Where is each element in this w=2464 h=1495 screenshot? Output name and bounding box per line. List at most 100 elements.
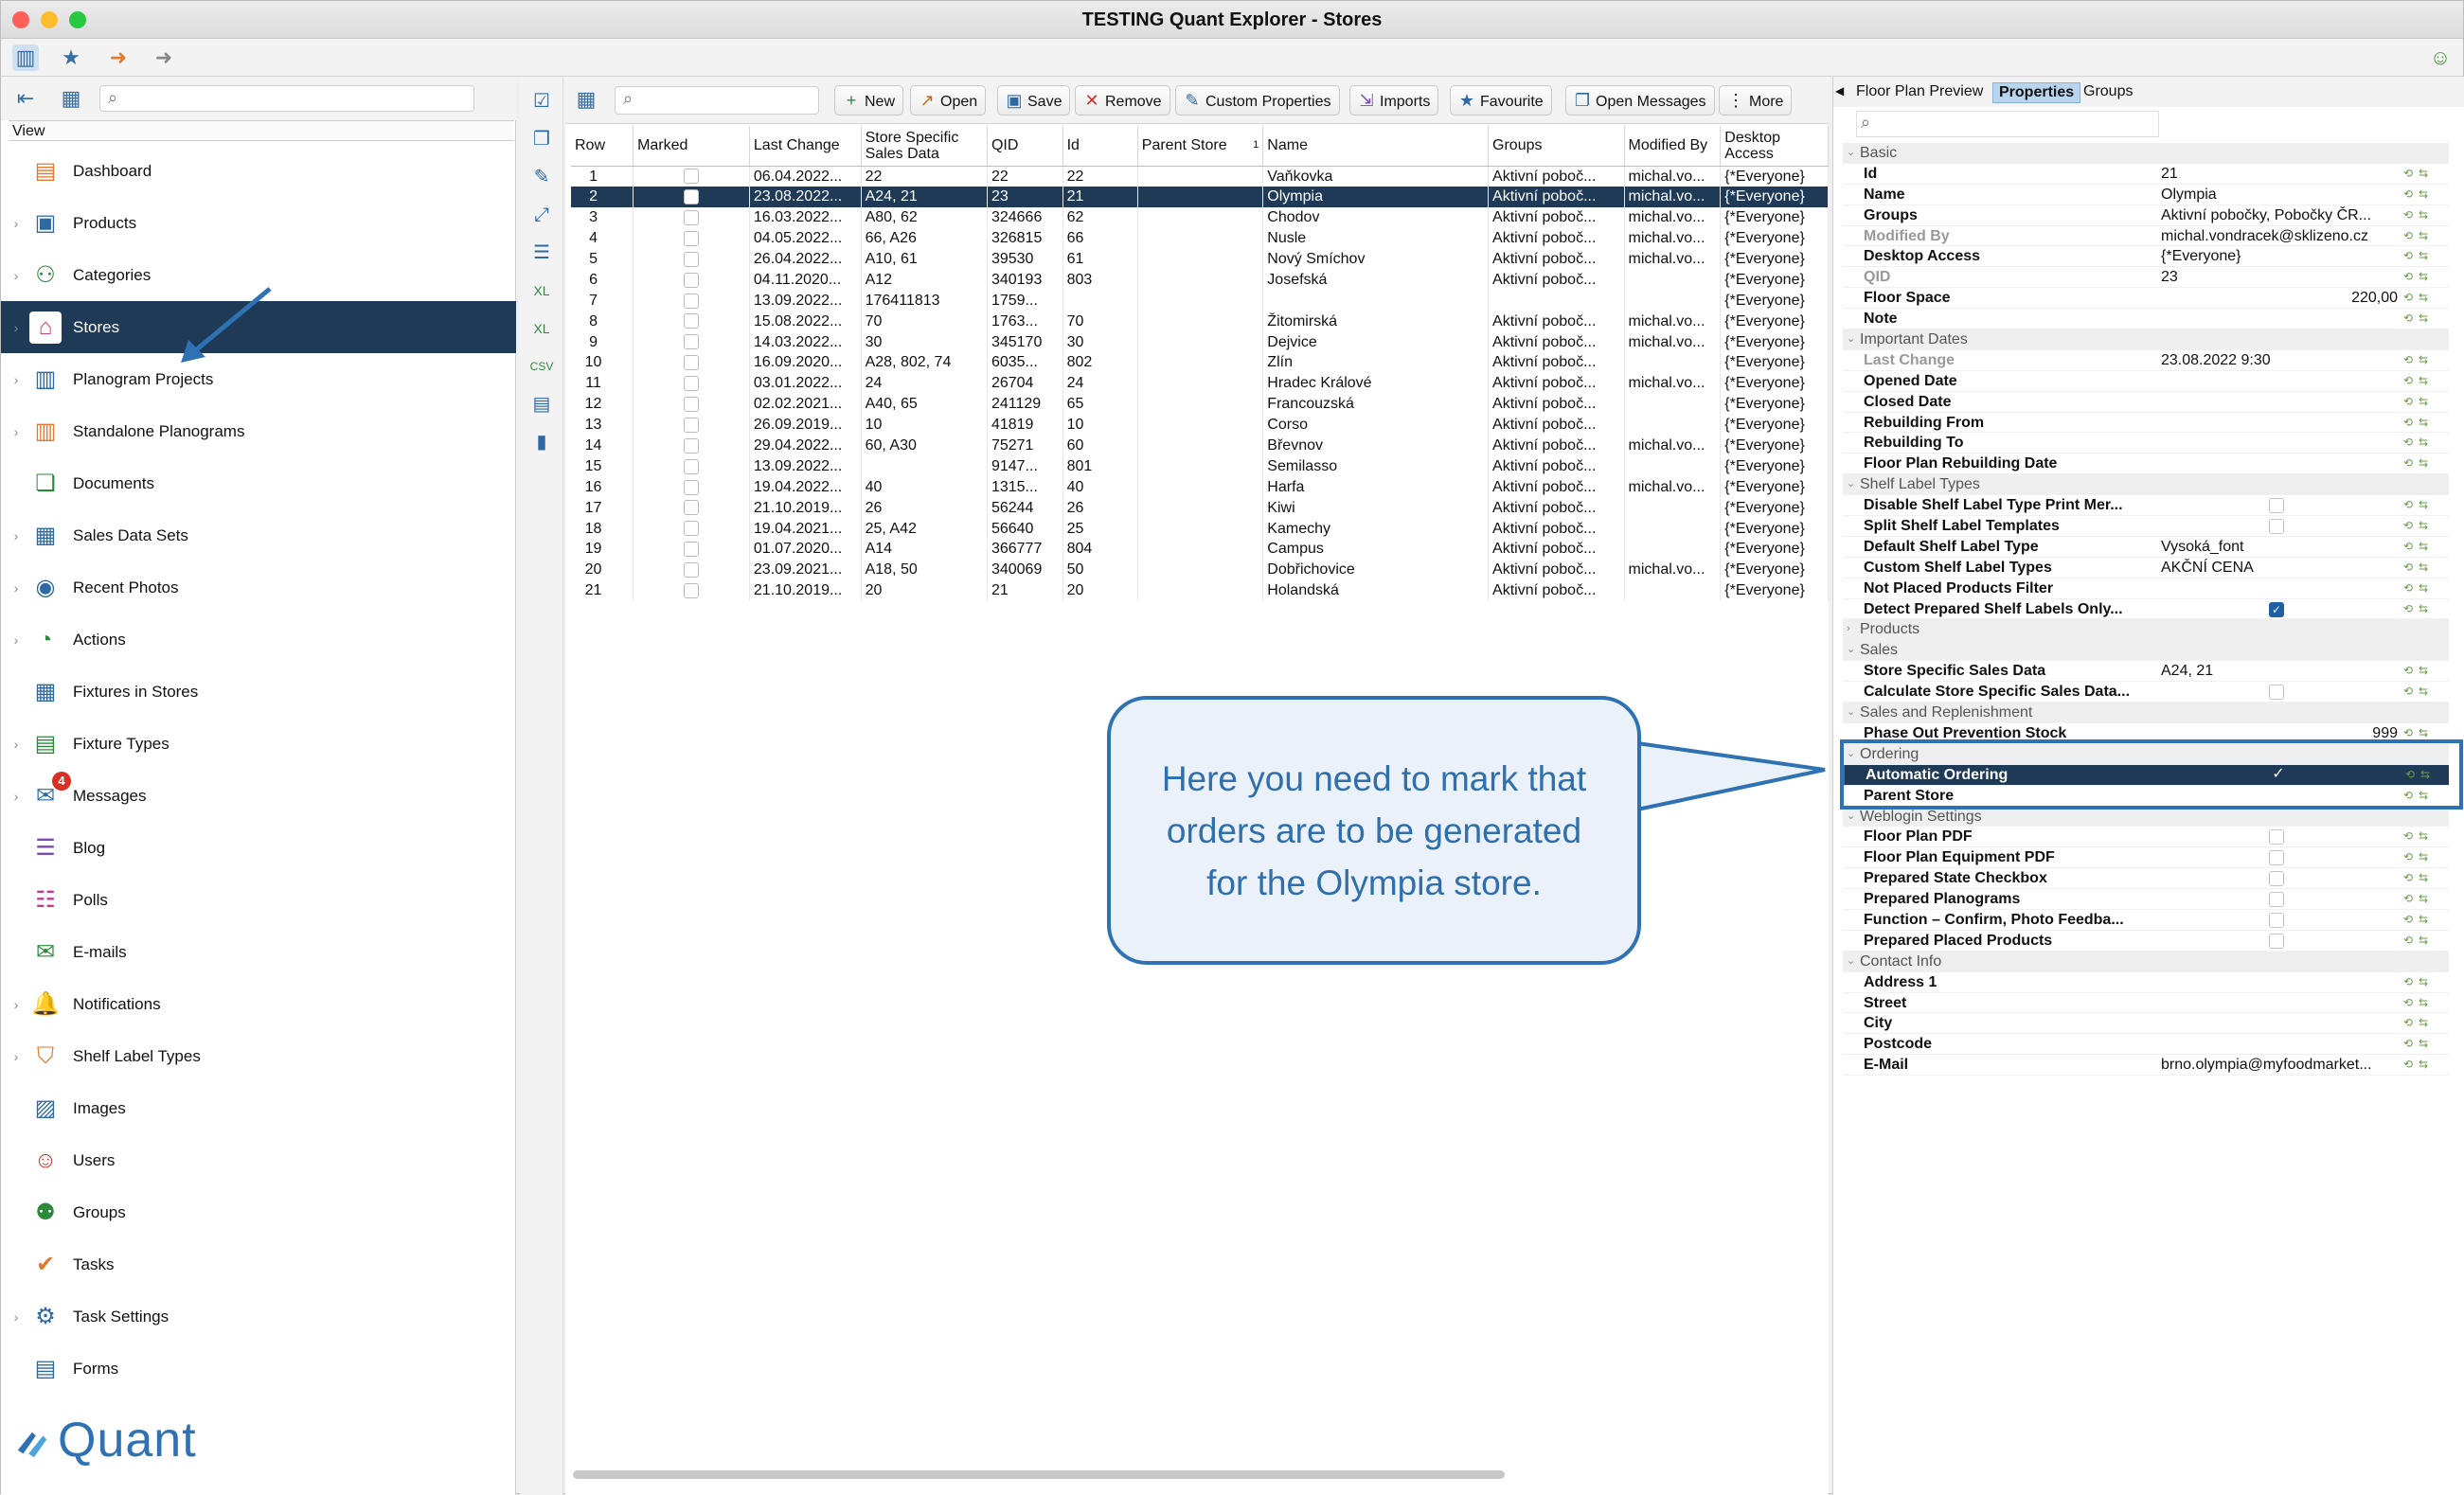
- collapse-panel-icon[interactable]: ◀: [1835, 84, 1844, 98]
- tab-groups[interactable]: Groups: [2078, 82, 2138, 101]
- property-checkbox[interactable]: [2269, 519, 2284, 535]
- property-row[interactable]: Last Change 23.08.2022 9:30 ⟲⇆: [1843, 350, 2449, 371]
- chevron-right-icon[interactable]: ›: [9, 580, 24, 596]
- sidebar-item-recent-photos[interactable]: › ◉ Recent Photos: [1, 561, 516, 614]
- column-header[interactable]: Marked: [633, 126, 750, 167]
- marked-checkbox[interactable]: [683, 583, 699, 599]
- table-row[interactable]: 12 02.02.2021... A40, 65 241129 65 Francouzsk…: [571, 393, 1829, 415]
- table-row[interactable]: 21 21.10.2019... 20 21 20 Holandská Aktivní po…: [571, 579, 1829, 601]
- chevron-right-icon[interactable]: ›: [1847, 619, 1850, 639]
- column-header[interactable]: Name: [1262, 126, 1490, 167]
- chevron-right-icon[interactable]: ›: [9, 268, 24, 283]
- imports-button[interactable]: ⇲ Imports: [1349, 85, 1439, 116]
- property-row[interactable]: Calculate Store Specific Sales Data... ⟲⇆: [1843, 682, 2449, 703]
- property-checkbox[interactable]: [2269, 912, 2284, 928]
- property-reset-icon[interactable]: ⟲⇆: [2403, 350, 2445, 370]
- star-icon[interactable]: ★: [58, 44, 84, 71]
- property-reset-icon[interactable]: ⟲⇆: [2403, 599, 2445, 619]
- table-search-input[interactable]: ⌕: [615, 86, 819, 115]
- column-header[interactable]: QID: [987, 126, 1063, 167]
- property-row[interactable]: Desktop Access {*Everyone} ⟲⇆: [1843, 246, 2449, 268]
- new-button[interactable]: + New: [834, 85, 904, 116]
- marked-checkbox[interactable]: [683, 542, 699, 558]
- property-value[interactable]: Aktivní pobočky, Pobočky ČR...: [2157, 205, 2398, 225]
- property-reset-icon[interactable]: ⟲⇆: [2403, 1013, 2445, 1033]
- table-row[interactable]: 17 21.10.2019... 26 56244 26 Kiwi Aktivní pobo…: [571, 497, 1829, 519]
- property-value[interactable]: brno.olympia@myfoodmarket...: [2157, 1055, 2398, 1075]
- property-value[interactable]: Vysoká_font: [2157, 537, 2398, 557]
- zoom-window-button[interactable]: [69, 11, 86, 28]
- property-reset-icon[interactable]: ⟲⇆: [2403, 413, 2445, 433]
- property-checkbox[interactable]: [2269, 685, 2284, 701]
- table-row[interactable]: 15 13.09.2022... 9147... 801 Semilasso Aktivn…: [571, 455, 1829, 477]
- property-reset-icon[interactable]: ⟲⇆: [2403, 910, 2445, 930]
- property-reset-icon[interactable]: ⟲⇆: [2403, 537, 2445, 557]
- chevron-right-icon[interactable]: ›: [9, 997, 24, 1012]
- open-messages-button[interactable]: ❐ Open Messages: [1565, 85, 1715, 116]
- property-group[interactable]: ⌄ Sales and Replenishment: [1843, 703, 2449, 723]
- property-reset-icon[interactable]: ⟲⇆: [2403, 1034, 2445, 1054]
- property-value[interactable]: michal.vondracek@sklizeno.cz: [2157, 226, 2398, 246]
- table-row[interactable]: 13 26.09.2019... 10 41819 10 Corso Aktivní pob…: [571, 414, 1829, 436]
- property-group[interactable]: ⌄ Contact Info: [1843, 951, 2449, 972]
- sidebar-item-shelf-label-types[interactable]: › ⛉ Shelf Label Types: [1, 1030, 516, 1082]
- marked-checkbox[interactable]: [683, 209, 699, 225]
- grid-icon[interactable]: ▦: [573, 86, 599, 113]
- minimize-window-button[interactable]: [41, 11, 58, 28]
- property-checkbox[interactable]: [2269, 850, 2284, 866]
- table-row[interactable]: 8 15.08.2022... 70 1763... 70 Žitomirská Aktiv…: [571, 311, 1829, 332]
- property-row[interactable]: Address 1 ⟲⇆: [1843, 972, 2449, 993]
- open-button[interactable]: ↗ Open: [910, 85, 987, 116]
- sidebar-item-fixtures-in-stores[interactable]: ▦ Fixtures in Stores: [1, 666, 516, 718]
- table-row[interactable]: 1 06.04.2022... 22 22 22 Vaňkovka Aktivní pobo…: [571, 166, 1829, 187]
- column-header[interactable]: Groups: [1488, 126, 1625, 167]
- marked-checkbox[interactable]: [683, 521, 699, 537]
- sidebar-item-messages[interactable]: › ✉ Messages 4: [1, 770, 516, 822]
- chevron-right-icon[interactable]: ›: [9, 1309, 24, 1325]
- back-arrow-icon[interactable]: ➜: [105, 44, 132, 71]
- sidebar-item-groups[interactable]: ⚉ Groups: [1, 1186, 516, 1238]
- properties-search-input[interactable]: ⌕: [1856, 111, 2159, 137]
- more-button[interactable]: ⋮ More: [1719, 85, 1793, 116]
- property-reset-icon[interactable]: ⟲⇆: [2403, 931, 2445, 951]
- marked-checkbox[interactable]: [683, 272, 699, 288]
- property-row[interactable]: Groups Aktivní pobočky, Pobočky ČR... ⟲⇆: [1843, 205, 2449, 226]
- sidebar-item-polls[interactable]: ☷ Polls: [1, 874, 516, 926]
- property-row[interactable]: Default Shelf Label Type Vysoká_font ⟲⇆: [1843, 537, 2449, 558]
- property-reset-icon[interactable]: ⟲⇆: [2403, 868, 2445, 888]
- property-reset-icon[interactable]: ⟲⇆: [2403, 972, 2445, 992]
- table-row[interactable]: 16 19.04.2022... 40 1315... 40 Harfa Aktivní p…: [571, 476, 1829, 498]
- property-row[interactable]: Function – Confirm, Photo Feedba... ⟲⇆: [1843, 910, 2449, 931]
- edit-document-icon[interactable]: ✎: [528, 164, 555, 190]
- tab-floor-plan-preview[interactable]: Floor Plan Preview: [1850, 82, 1989, 101]
- remove-button[interactable]: ✕ Remove: [1075, 85, 1170, 116]
- calendar-icon[interactable]: ▤: [528, 391, 555, 418]
- excel-export-icon[interactable]: XL: [528, 277, 555, 304]
- property-row[interactable]: Opened Date ⟲⇆: [1843, 371, 2449, 392]
- property-row[interactable]: Prepared Placed Products ⟲⇆: [1843, 931, 2449, 952]
- marked-checkbox[interactable]: [683, 500, 699, 516]
- property-value[interactable]: 23.08.2022 9:30: [2157, 350, 2398, 370]
- chevron-right-icon[interactable]: ›: [9, 737, 24, 752]
- sidebar-item-blog[interactable]: ☰ Blog: [1, 822, 516, 874]
- sidebar-item-users[interactable]: ☺ Users: [1, 1134, 516, 1186]
- column-header[interactable]: Modified By: [1624, 126, 1722, 167]
- property-reset-icon[interactable]: ⟲⇆: [2403, 267, 2445, 287]
- column-header[interactable]: Row: [571, 126, 634, 167]
- property-reset-icon[interactable]: ⟲⇆: [2403, 1055, 2445, 1075]
- property-value[interactable]: {*Everyone}: [2157, 246, 2398, 266]
- marked-checkbox[interactable]: [683, 313, 699, 329]
- close-window-button[interactable]: [12, 11, 29, 28]
- sidebar-item-notifications[interactable]: › 🔔 Notifications: [1, 978, 516, 1030]
- horizontal-scrollbar[interactable]: [573, 1470, 1505, 1479]
- chevron-right-icon[interactable]: ›: [9, 632, 24, 648]
- table-row[interactable]: 2 23.08.2022... A24, 21 23 21 Olympia Aktivní …: [571, 186, 1829, 207]
- table-view-icon[interactable]: ▦: [58, 85, 84, 112]
- list-icon[interactable]: ☰: [528, 240, 555, 266]
- marked-checkbox[interactable]: [683, 251, 699, 267]
- chevron-right-icon[interactable]: ›: [9, 528, 24, 543]
- property-reset-icon[interactable]: ⟲⇆: [2403, 433, 2445, 453]
- table-row[interactable]: 5 26.04.2022... A10, 61 39530 61 Nový Smíchov…: [571, 248, 1829, 270]
- property-checkbox[interactable]: ✓: [2269, 601, 2284, 617]
- property-row[interactable]: Note ⟲⇆: [1843, 309, 2449, 330]
